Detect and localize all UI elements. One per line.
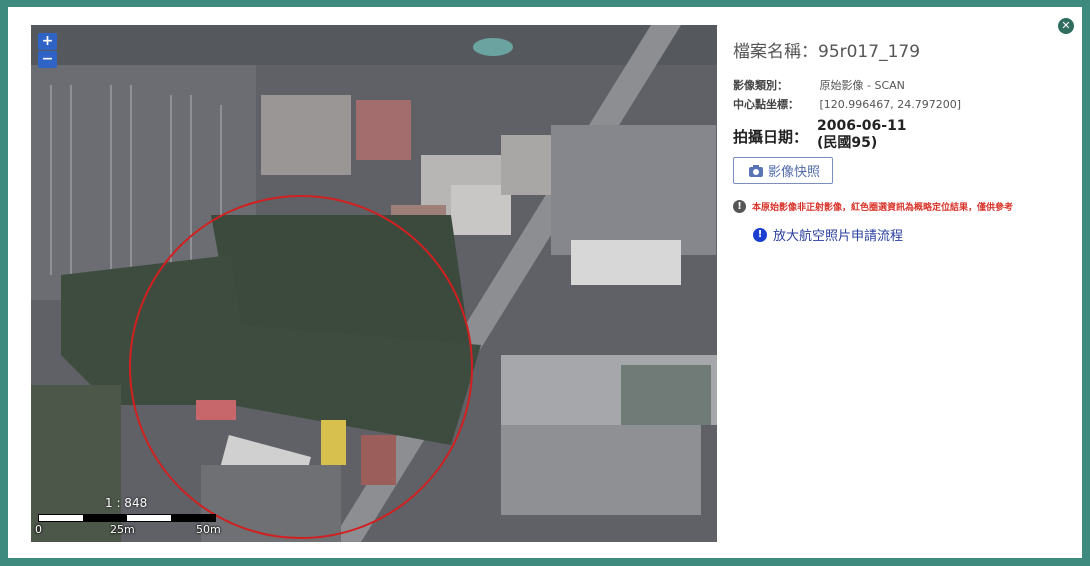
capture-date-row: 拍攝日期： 2006-06-11 (民國95) bbox=[733, 118, 1073, 152]
center-coord-label: 中心點坐標： bbox=[733, 98, 799, 111]
aerial-image bbox=[31, 25, 717, 542]
scale-label-0: 0 bbox=[35, 523, 42, 536]
zoom-out-button[interactable]: − bbox=[38, 51, 57, 68]
capture-date-roc: (民國95) bbox=[817, 135, 878, 151]
center-coord-row: 中心點坐標： [120.996467, 24.797200] bbox=[733, 95, 1073, 114]
zoom-in-button[interactable]: + bbox=[38, 33, 57, 50]
file-title: 檔案名稱：95r017_179 bbox=[733, 42, 921, 62]
aerial-photo-map[interactable]: + − 1 : 848 0 25m 50m bbox=[31, 25, 717, 542]
info-icon: ! bbox=[753, 227, 767, 242]
image-info-modal: + − 1 : 848 0 25m 50m ✕ 檔案名稱：95r017_179 … bbox=[8, 7, 1082, 558]
image-info-panel: 檔案名稱：95r017_179 影像類別： 原始影像 - SCAN 中心點坐標：… bbox=[733, 37, 1073, 244]
warning-text: 本原始影像非正射影像，紅色圈選資訊為概略定位結果，僅供參考 bbox=[752, 203, 1014, 213]
map-scale-bar bbox=[38, 514, 216, 522]
close-button[interactable]: ✕ bbox=[1058, 18, 1074, 34]
scale-label-25m: 25m bbox=[110, 523, 135, 536]
capture-date-value: 2006-06-11 bbox=[817, 118, 907, 134]
camera-icon bbox=[749, 164, 763, 177]
snapshot-button-label: 影像快照 bbox=[768, 165, 821, 180]
image-snapshot-button[interactable]: 影像快照 bbox=[733, 157, 834, 184]
scale-label-50m: 50m bbox=[196, 523, 221, 536]
image-type-value: 原始影像 - SCAN bbox=[819, 79, 905, 92]
process-link-label: 放大航空照片申請流程 bbox=[773, 229, 904, 244]
warning-icon: ! bbox=[733, 200, 746, 213]
orthophoto-warning: ! 本原始影像非正射影像，紅色圈選資訊為概略定位結果，僅供參考 bbox=[733, 200, 1073, 213]
map-scale-ratio: 1 : 848 bbox=[105, 496, 148, 510]
image-type-label: 影像類別： bbox=[733, 79, 788, 92]
center-coord-value: [120.996467, 24.797200] bbox=[819, 98, 962, 111]
image-type-row: 影像類別： 原始影像 - SCAN bbox=[733, 76, 1073, 95]
enlarge-photo-application-link[interactable]: ! 放大航空照片申請流程 bbox=[753, 225, 1073, 244]
capture-date-label: 拍攝日期： bbox=[733, 128, 809, 146]
